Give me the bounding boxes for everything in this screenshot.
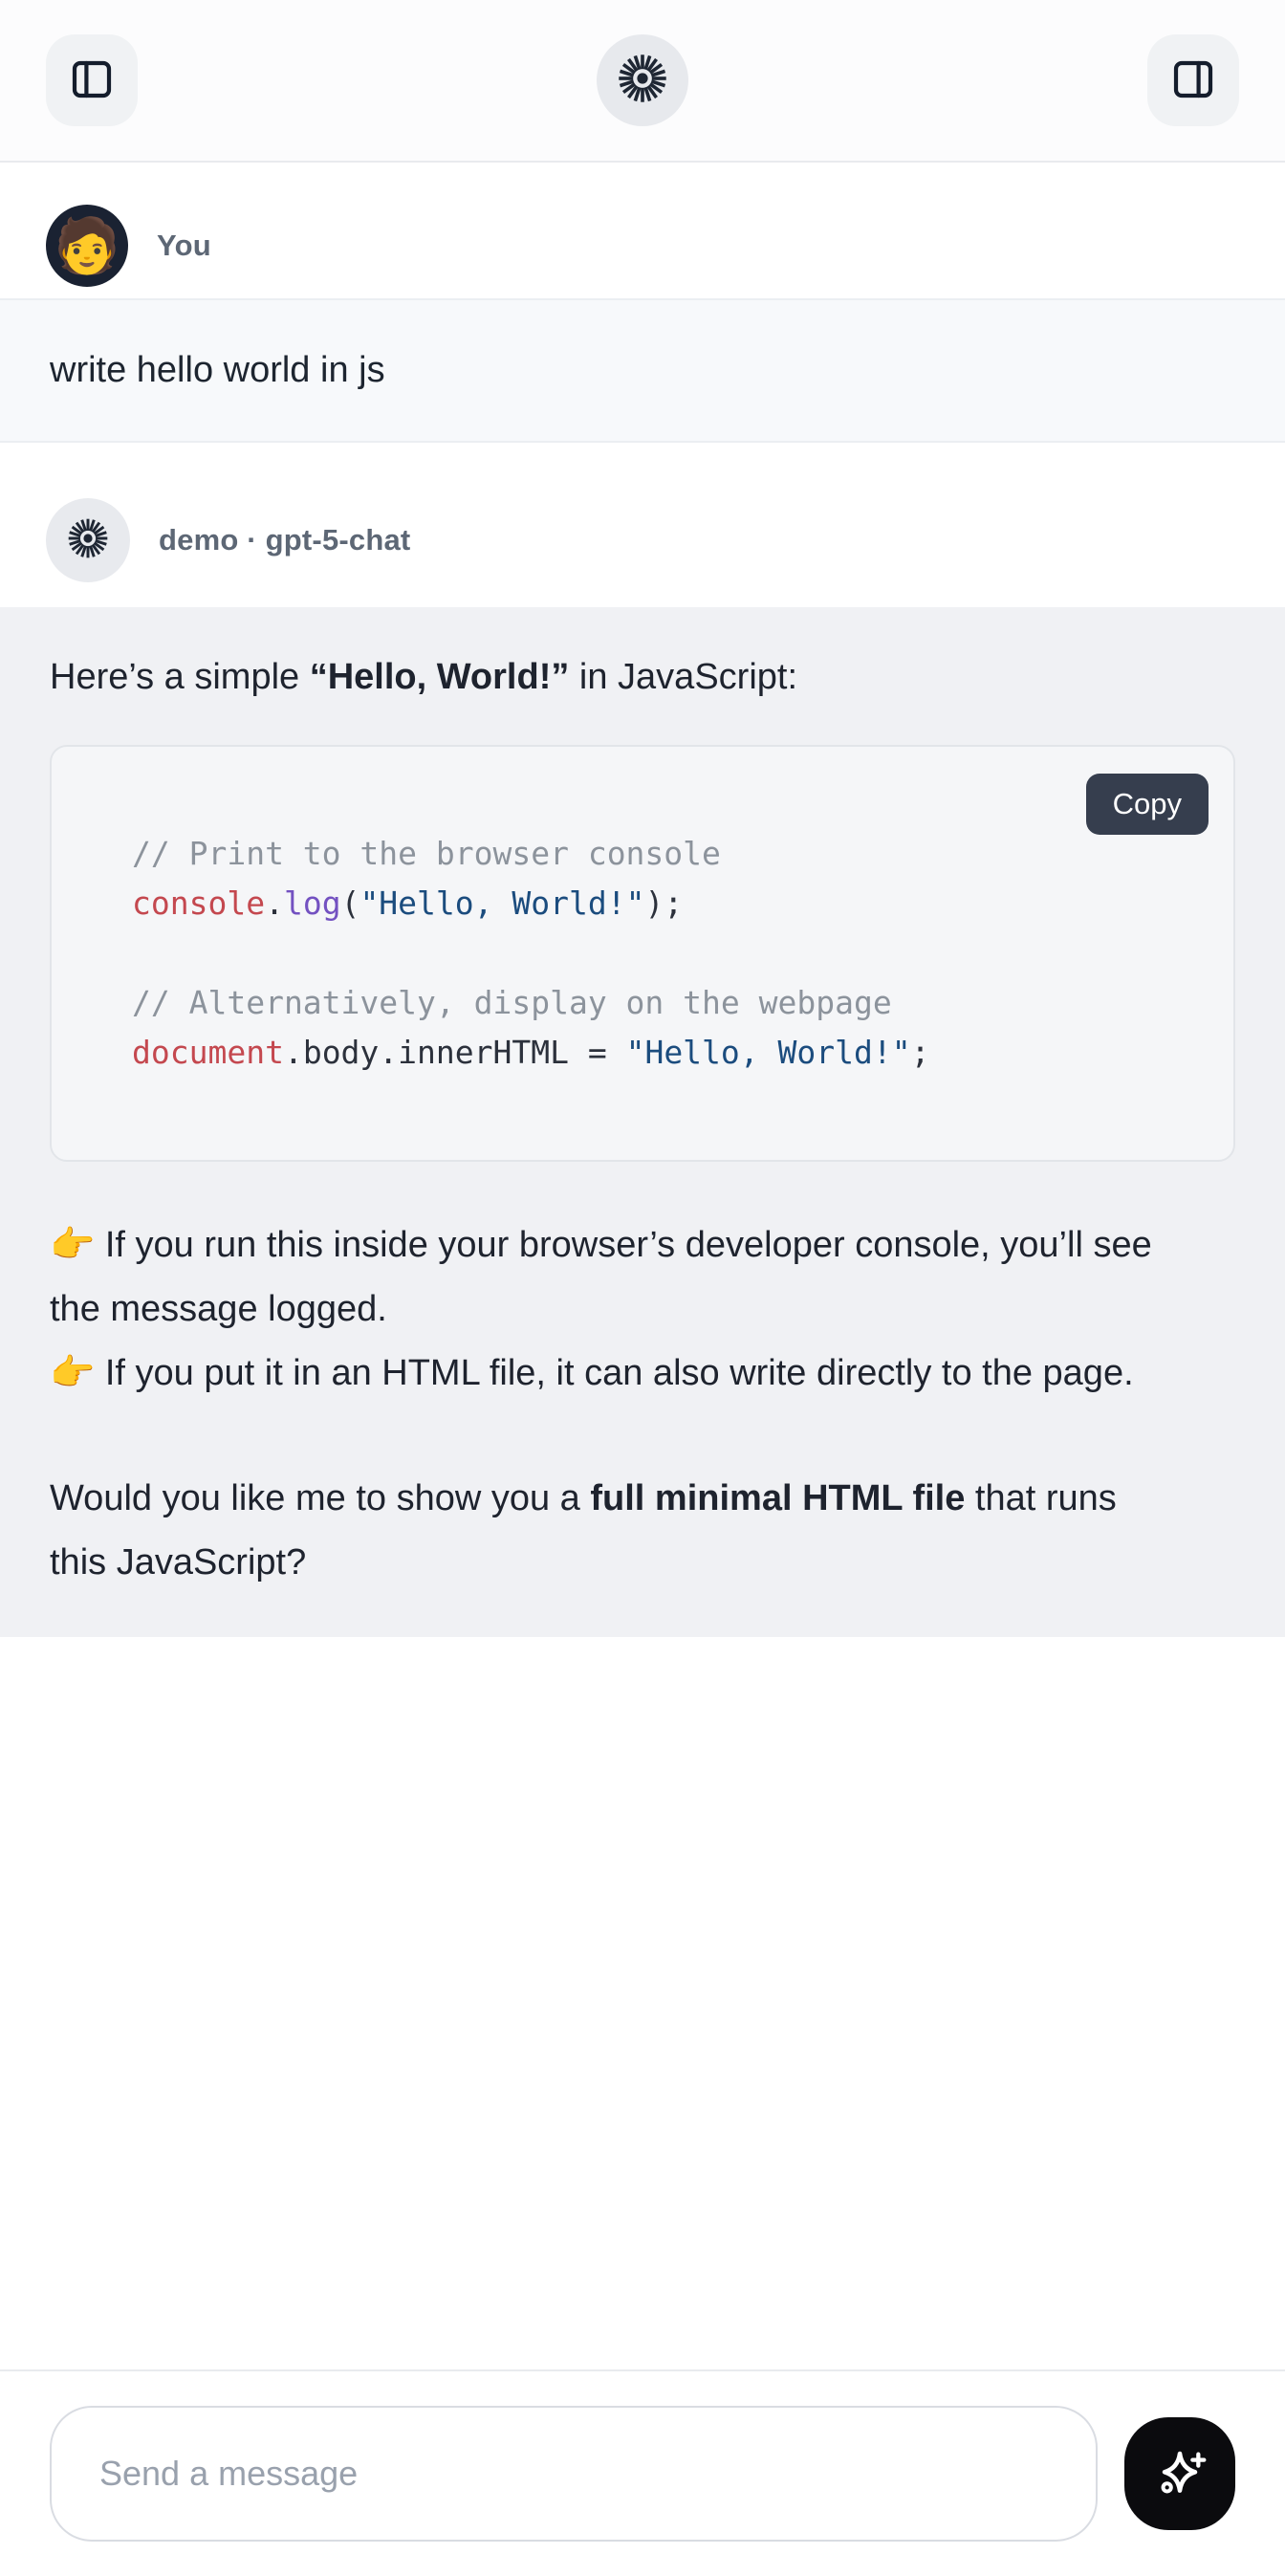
intro-bold-text: “Hello, World!” (310, 657, 570, 697)
tip-html-file: 👉 If you put it in an HTML file, it can … (50, 1342, 1168, 1406)
copy-code-button[interactable]: Copy (1086, 774, 1209, 835)
right-panel-toggle-button[interactable] (1147, 34, 1239, 126)
assistant-intro-paragraph: Here’s a simple “Hello, World!” in JavaS… (50, 651, 1168, 703)
question-text: Would you like me to show you a (50, 1478, 590, 1518)
code-document-token: document (132, 1034, 284, 1071)
empty-scroll-area (0, 1637, 1285, 2369)
tip-run-console: 👉 If you run this inside your browser’s … (50, 1213, 1168, 1342)
assistant-avatar (46, 498, 130, 582)
sparkle-icon (1149, 2442, 1210, 2506)
starburst-logo-icon (616, 52, 669, 110)
code-log-token: log (284, 884, 341, 922)
code-console-token: console (132, 884, 265, 922)
code-comment-2: // Alternatively, display on the webpage (132, 984, 892, 1021)
code-comment-1: // Print to the browser console (132, 835, 721, 872)
panel-right-icon (1170, 56, 1216, 105)
top-bar (0, 0, 1285, 163)
composer-bar (0, 2369, 1285, 2576)
model-logo-badge (597, 34, 688, 126)
code-content: // Print to the browser consoleconsole.l… (132, 829, 1195, 1078)
assistant-message-body: Here’s a simple “Hello, World!” in JavaS… (0, 607, 1285, 1637)
assistant-author-label: demo · gpt-5-chat (159, 523, 410, 557)
chat-app: 🧑 You write hello world in js demo · gpt… (0, 0, 1285, 2576)
assistant-tips-paragraph: 👉 If you run this inside your browser’s … (50, 1213, 1168, 1406)
panel-left-icon (69, 56, 115, 105)
user-message-text: write hello world in js (50, 350, 385, 390)
user-author-label: You (157, 229, 211, 263)
user-avatar: 🧑 (46, 205, 128, 287)
code-string-1: "Hello, World!" (359, 884, 644, 922)
message-input[interactable] (50, 2406, 1098, 2542)
code-string-2: "Hello, World!" (626, 1034, 911, 1071)
send-button[interactable] (1124, 2417, 1235, 2530)
assistant-message-header: demo · gpt-5-chat (0, 443, 1285, 607)
code-block: Copy // Print to the browser console cons… (50, 745, 1235, 1162)
intro-text: Here’s a simple (50, 657, 310, 697)
person-emoji: 🧑 (54, 219, 120, 273)
intro-text-after: in JavaScript: (569, 657, 797, 697)
question-bold-text: full minimal HTML file (590, 1478, 965, 1518)
code-blank-line (132, 928, 1195, 978)
user-message-bubble: write hello world in js (0, 298, 1285, 443)
user-message-header: 🧑 You (0, 163, 1285, 298)
sidebar-toggle-button[interactable] (46, 34, 138, 126)
starburst-avatar-icon (66, 516, 110, 565)
assistant-question-paragraph: Would you like me to show you a full min… (50, 1467, 1168, 1595)
